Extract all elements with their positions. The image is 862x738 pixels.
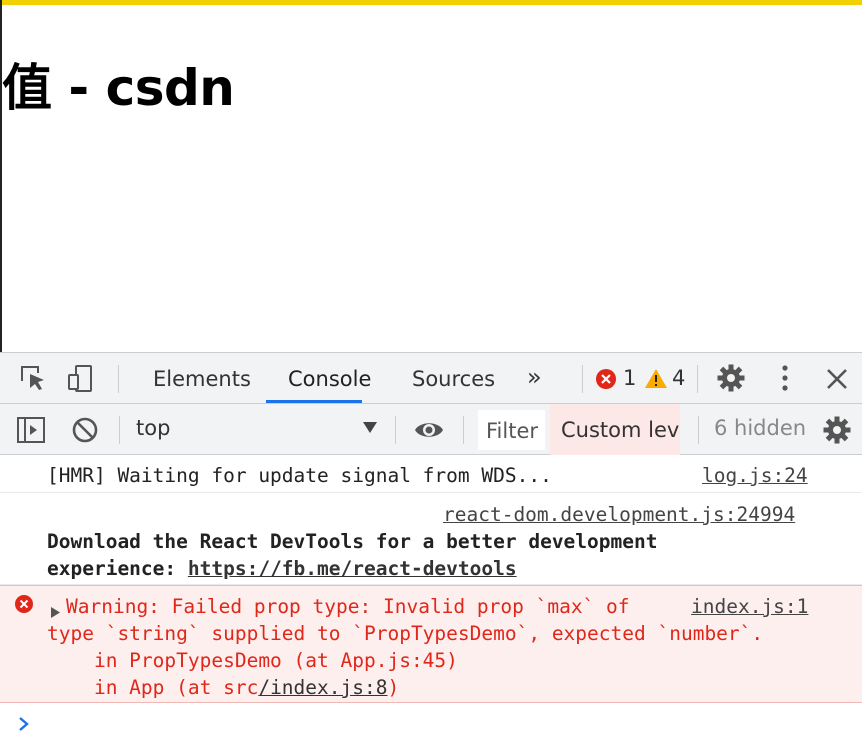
error-icon[interactable] — [595, 368, 617, 390]
console-output: [HMR] Waiting for update signal from WDS… — [0, 455, 862, 703]
stack-frame: in PropTypesDemo (at App.js:45) — [47, 649, 458, 672]
divider — [698, 416, 699, 444]
tab-console-label: Console — [288, 367, 372, 391]
error-text: Warning: Failed prop type: Invalid prop … — [66, 595, 630, 618]
console-settings-icon[interactable] — [822, 415, 852, 445]
console-message: react-dom.development.js:24994 Download … — [0, 493, 862, 585]
hidden-messages-count[interactable]: 6 hidden — [714, 416, 806, 440]
stack-frame: ) — [387, 676, 400, 699]
stack-frame: in App (at src — [47, 676, 259, 699]
source-link[interactable]: log.js:24 — [702, 462, 808, 489]
clear-console-icon[interactable] — [70, 415, 100, 445]
filter-input[interactable]: Filter — [478, 410, 545, 450]
prompt-chevron-icon[interactable] — [16, 715, 32, 733]
source-link[interactable]: react-dom.development.js:24994 — [443, 501, 795, 528]
console-message: [HMR] Waiting for update signal from WDS… — [0, 455, 862, 493]
inspect-icon[interactable] — [18, 363, 48, 393]
eye-icon[interactable] — [413, 415, 443, 445]
more-tabs-button[interactable]: » — [527, 353, 542, 403]
kebab-menu-icon[interactable] — [770, 363, 800, 393]
devtools-panel: Elements Console Sources » 1 4 top Filte… — [0, 352, 862, 738]
message-text: experience: — [47, 557, 188, 580]
device-toolbar-icon[interactable] — [66, 363, 96, 393]
dropdown-arrow-icon[interactable] — [362, 419, 378, 435]
divider — [118, 365, 119, 393]
stack-frame-link[interactable]: /index.js:8 — [258, 676, 387, 699]
divider — [697, 365, 698, 393]
warning-icon[interactable] — [644, 367, 668, 391]
tab-sources[interactable]: Sources — [412, 353, 495, 403]
error-text: type `string` supplied to `PropTypesDemo… — [47, 622, 764, 645]
message-text-line: experience: https://fb.me/react-devtools — [47, 555, 517, 582]
divider — [119, 416, 120, 444]
close-icon[interactable] — [822, 364, 852, 394]
error-icon — [14, 594, 34, 621]
context-select[interactable]: top — [136, 416, 170, 440]
log-levels-dropdown[interactable]: Custom leve — [550, 404, 680, 455]
divider — [395, 416, 396, 444]
top-accent-bar — [0, 0, 862, 5]
tab-console[interactable]: Console — [266, 353, 371, 403]
devtools-link[interactable]: https://fb.me/react-devtools — [188, 557, 517, 580]
devtools-tabbar: Elements Console Sources » 1 4 — [0, 353, 862, 404]
message-text: Download the React DevTools for a better… — [47, 530, 658, 553]
divider — [463, 416, 464, 444]
stack-frame-line: in App (at src/index.js:8) — [47, 674, 399, 701]
page-heading: 值 - csdn — [2, 59, 235, 117]
source-link[interactable]: index.js:1 — [691, 593, 808, 620]
warning-count[interactable]: 4 — [672, 365, 685, 391]
error-count[interactable]: 1 — [623, 365, 636, 391]
settings-icon[interactable] — [716, 363, 746, 393]
console-toolbar: top Filter Custom leve 6 hidden — [0, 404, 862, 455]
divider — [582, 365, 583, 393]
sidebar-toggle-icon[interactable] — [16, 415, 46, 445]
console-error-message: Warning: Failed prop type: Invalid prop … — [0, 585, 862, 703]
message-text: [HMR] Waiting for update signal from WDS… — [47, 464, 552, 487]
tab-elements[interactable]: Elements — [153, 353, 251, 403]
